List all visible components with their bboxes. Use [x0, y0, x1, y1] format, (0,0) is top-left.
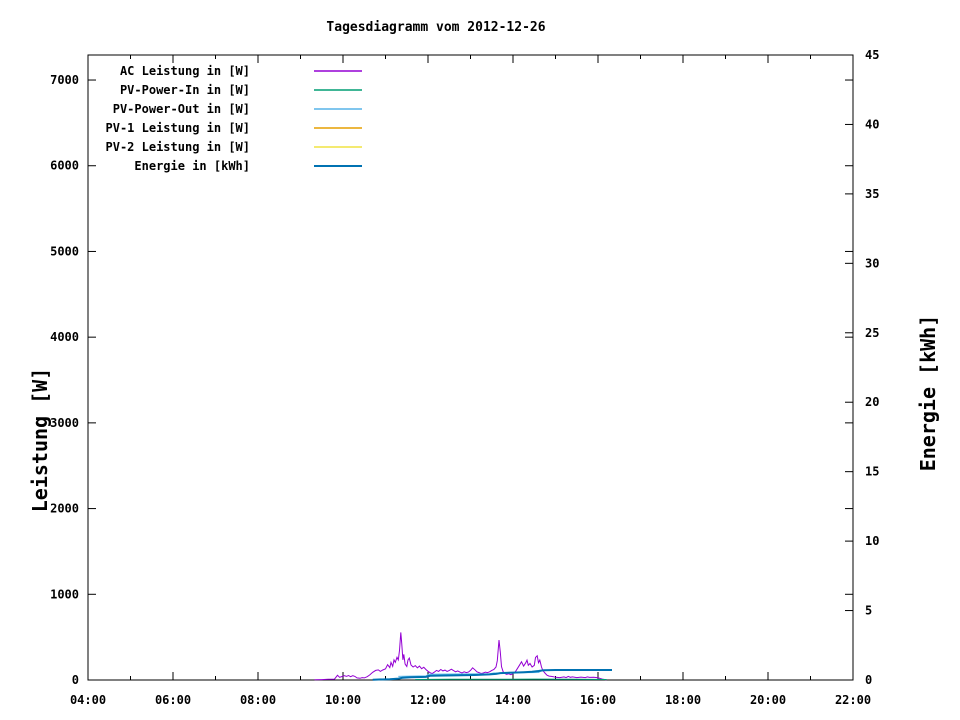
legend-label-pv-2-leistung-in-w: PV-2 Leistung in [W] — [106, 140, 251, 154]
y1-tick-label: 3000 — [50, 416, 79, 430]
x-tick-label: 20:00 — [750, 693, 786, 707]
legend-label-pv-power-out-in-w: PV-Power-Out in [W] — [113, 102, 250, 116]
y1-tick-label: 6000 — [50, 159, 79, 173]
y2-tick-label: 25 — [865, 326, 879, 340]
y1-tick-label: 2000 — [50, 502, 79, 516]
y2-tick-label: 0 — [865, 673, 872, 687]
y2-tick-label: 5 — [865, 604, 872, 618]
y1-tick-label: 1000 — [50, 587, 79, 601]
legend-label-energie-in-kwh: Energie in [kWh] — [134, 159, 250, 173]
y2-tick-label: 20 — [865, 395, 879, 409]
y1-tick-label: 0 — [72, 673, 79, 687]
legend-label-pv-1-leistung-in-w: PV-1 Leistung in [W] — [106, 121, 251, 135]
x-tick-label: 14:00 — [495, 693, 531, 707]
legend-label-pv-power-in-in-w: PV-Power-In in [W] — [120, 83, 250, 97]
x-tick-label: 16:00 — [580, 693, 616, 707]
y-axis-right-label: Energie [kWh] — [916, 314, 940, 472]
y2-tick-label: 45 — [865, 48, 879, 62]
x-tick-label: 10:00 — [325, 693, 361, 707]
x-tick-label: 04:00 — [70, 693, 106, 707]
series-line-ac-leistung-in-w — [314, 632, 607, 681]
y1-tick-label: 4000 — [50, 330, 79, 344]
legend-label-ac-leistung-in-w: AC Leistung in [W] — [120, 64, 250, 78]
plot-page: Tagesdiagramm vom 2012-12-26 Leistung [W… — [0, 0, 960, 720]
y2-tick-label: 40 — [865, 117, 879, 131]
x-tick-label: 08:00 — [240, 693, 276, 707]
series-line-energie-in-kwh — [372, 669, 612, 681]
y1-tick-label: 5000 — [50, 244, 79, 258]
x-tick-label: 12:00 — [410, 693, 446, 707]
y2-tick-label: 15 — [865, 465, 879, 479]
chart-canvas: 0 1000 2000 3000 4000 5000 6000 7000 0 5 10 15 20 25 3… — [50, 48, 879, 707]
y2-tick-label: 30 — [865, 256, 879, 270]
y-axis-left-label: Leistung [W] — [28, 367, 52, 513]
chart-title: Tagesdiagramm vom 2012-12-26 — [326, 20, 546, 35]
y1-tick-label: 7000 — [50, 73, 79, 87]
x-tick-label: 18:00 — [665, 693, 701, 707]
y2-tick-label: 10 — [865, 534, 879, 548]
x-tick-label: 22:00 — [835, 693, 871, 707]
y2-tick-label: 35 — [865, 187, 879, 201]
x-tick-label: 06:00 — [155, 693, 191, 707]
